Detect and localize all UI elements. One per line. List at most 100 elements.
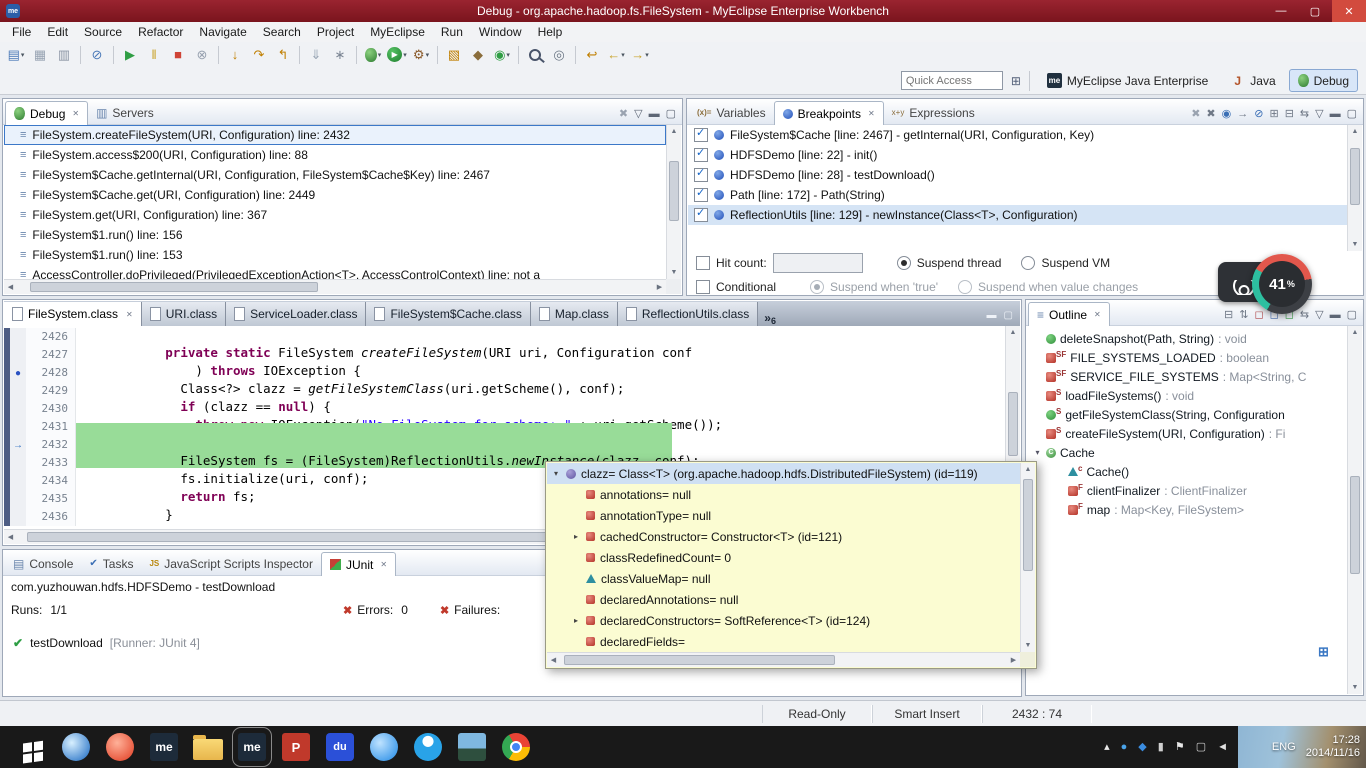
outline-item[interactable]: SF SERVICE_FILE_SYSTEMS : Map<String, C xyxy=(1027,367,1347,386)
new-package-icon[interactable]: ◆ xyxy=(466,44,490,66)
stack-frame-row[interactable]: FileSystem.createFileSystem(URI, Configu… xyxy=(4,125,666,145)
toolbar-icon[interactable] xyxy=(514,44,523,66)
tray-app-blue-icon[interactable]: ● xyxy=(1121,742,1128,753)
remove-breakpoint-icon[interactable]: ✖ xyxy=(1191,109,1200,120)
skip-all-breakpoints-icon[interactable]: ⊘ xyxy=(85,44,109,66)
expander-icon[interactable]: ▸ xyxy=(571,532,581,541)
expander-icon[interactable]: ▾ xyxy=(1033,448,1042,457)
stack-frame-row[interactable]: FileSystem.access$200(URI, Configuration… xyxy=(4,145,666,165)
perspective-button[interactable]: MyEclipse Java Enterprise xyxy=(1038,69,1217,92)
minimize-window-button[interactable]: — xyxy=(1264,0,1298,22)
close-tab-icon[interactable] xyxy=(1094,310,1101,319)
horizontal-scrollbar[interactable] xyxy=(4,279,666,294)
hit-count-input[interactable] xyxy=(773,253,863,273)
suspend-value-change-radio[interactable] xyxy=(958,280,972,294)
maximize-icon[interactable]: ▢ xyxy=(666,109,676,120)
menu-item[interactable]: Project xyxy=(309,23,362,41)
gutter-marker-icon[interactable]: → xyxy=(4,436,26,454)
breakpoint-row[interactable]: FileSystem$Cache [line: 2467] - getInter… xyxy=(688,125,1347,145)
variable-row[interactable]: ▾ clazz= Class<T> (org.apache.hadoop.hdf… xyxy=(547,463,1020,484)
dropdown-arrow-icon[interactable] xyxy=(621,51,625,59)
toolbar-icon[interactable] xyxy=(76,44,85,66)
menu-item[interactable]: Run xyxy=(433,23,471,41)
open-type-icon[interactable]: ◎ xyxy=(547,44,571,66)
minimize-icon[interactable]: ▬ xyxy=(1330,109,1341,120)
vertical-scrollbar[interactable] xyxy=(1347,326,1362,694)
outline-item[interactable]: SF FILE_SYSTEMS_LOADED : boolean xyxy=(1027,348,1347,367)
app-baidu-icon[interactable]: du xyxy=(318,726,362,768)
dropdown-arrow-icon[interactable] xyxy=(403,51,407,59)
gutter-marker-icon[interactable] xyxy=(4,508,26,526)
step-over-icon[interactable]: ↷ xyxy=(247,44,271,66)
gutter-marker-icon[interactable] xyxy=(4,490,26,508)
outline-item[interactable]: S createFileSystem(URI, Configuration) :… xyxy=(1027,424,1347,443)
scroll-down-icon[interactable] xyxy=(1349,681,1362,694)
debug-launch-icon[interactable] xyxy=(361,44,385,66)
variable-row[interactable]: declaredAnnotations= null xyxy=(547,589,1020,610)
vertical-scrollbar[interactable] xyxy=(666,125,681,279)
stack-frame-row[interactable]: FileSystem$1.run() line: 153 xyxy=(4,245,666,265)
editor-tab[interactable]: ServiceLoader.class xyxy=(226,302,366,326)
breakpoint-row[interactable]: Path [line: 172] - Path(String) xyxy=(688,185,1347,205)
menu-item[interactable]: Window xyxy=(471,23,530,41)
menu-item[interactable]: Search xyxy=(255,23,309,41)
app-p-icon[interactable]: P xyxy=(274,726,318,768)
menu-item[interactable]: Refactor xyxy=(130,23,191,41)
menu-item[interactable]: Edit xyxy=(39,23,76,41)
perspective-button[interactable]: Debug xyxy=(1289,69,1358,92)
expander-icon[interactable]: ▸ xyxy=(571,616,581,625)
breakpoint-checkbox[interactable] xyxy=(694,168,708,182)
hide-fields-icon[interactable]: ◻ xyxy=(1254,310,1263,321)
scroll-up-icon[interactable] xyxy=(1007,326,1020,339)
gutter-marker-icon[interactable] xyxy=(4,418,26,436)
link-with-editor-icon[interactable]: ⇆ xyxy=(1300,310,1309,321)
hidden-icons-arrow-icon[interactable]: ▴ xyxy=(1104,742,1110,753)
start-button[interactable] xyxy=(0,726,54,768)
menu-item[interactable]: File xyxy=(4,23,39,41)
horizontal-scrollbar[interactable] xyxy=(547,652,1020,667)
menu-item[interactable]: Source xyxy=(76,23,130,41)
new-wizard-icon[interactable]: ▤ xyxy=(4,44,28,66)
dropdown-arrow-icon[interactable] xyxy=(426,51,430,59)
view-tab[interactable]: Variables xyxy=(689,101,774,124)
new-class-icon[interactable]: ◉ xyxy=(490,44,514,66)
outline-item[interactable]: F clientFinalizer : ClientFinalizer xyxy=(1027,481,1347,500)
stack-frame-row[interactable]: FileSystem.get(URI, Configuration) line:… xyxy=(4,205,666,225)
expand-all-icon[interactable]: ⊞ xyxy=(1269,109,1278,120)
scrollbar-thumb[interactable] xyxy=(1008,392,1018,456)
toolbar-icon[interactable] xyxy=(214,44,223,66)
variable-row[interactable]: classRedefinedCount= 0 xyxy=(547,547,1020,568)
app-qq-icon[interactable] xyxy=(406,726,450,768)
view-menu-icon[interactable]: ▽ xyxy=(1315,109,1323,120)
vertical-scrollbar[interactable] xyxy=(1020,463,1035,652)
toolbar-icon[interactable] xyxy=(352,44,361,66)
outline-item[interactable]: F map : Map<Key, FileSystem> xyxy=(1027,500,1347,519)
suspend-when-true-radio[interactable] xyxy=(810,280,824,294)
suspend-vm-radio[interactable] xyxy=(1021,256,1035,270)
view-tab[interactable]: JUnit xyxy=(321,552,396,576)
scrollbar-thumb[interactable] xyxy=(564,655,834,665)
gutter-marker-icon[interactable] xyxy=(4,472,26,490)
last-edit-location-icon[interactable]: ↩ xyxy=(580,44,604,66)
perspective-button[interactable]: Java xyxy=(1221,69,1284,92)
goto-file-icon[interactable]: → xyxy=(1237,109,1248,120)
app-file-explorer-icon[interactable] xyxy=(186,726,230,768)
menu-item[interactable]: Help xyxy=(530,23,571,41)
disconnect-icon[interactable]: ⊗ xyxy=(190,44,214,66)
outline-item[interactable]: ▾ Cache xyxy=(1027,443,1347,462)
editor-tab[interactable]: FileSystem$Cache.class xyxy=(366,302,530,326)
scrollbar-thumb[interactable] xyxy=(30,282,318,292)
dropdown-arrow-icon[interactable] xyxy=(21,51,25,59)
variable-row[interactable]: annotationType= null xyxy=(547,505,1020,526)
tray-input-icon[interactable]: ▮ xyxy=(1158,742,1164,753)
breakpoint-row[interactable]: HDFSDemo [line: 22] - init() xyxy=(688,145,1347,165)
minimize-icon[interactable]: ▬ xyxy=(1330,310,1341,321)
app-qq-browser-icon[interactable] xyxy=(362,726,406,768)
scrollbar-thumb[interactable] xyxy=(1350,476,1360,574)
forward-icon[interactable]: → xyxy=(628,44,652,66)
gutter-marker-icon[interactable] xyxy=(4,328,26,346)
scroll-right-icon[interactable] xyxy=(653,281,666,294)
tray-display-icon[interactable]: ▢ xyxy=(1196,742,1206,753)
new-java-project-icon[interactable]: ▧ xyxy=(442,44,466,66)
app-myeclipse-active-icon[interactable]: me xyxy=(230,726,274,768)
